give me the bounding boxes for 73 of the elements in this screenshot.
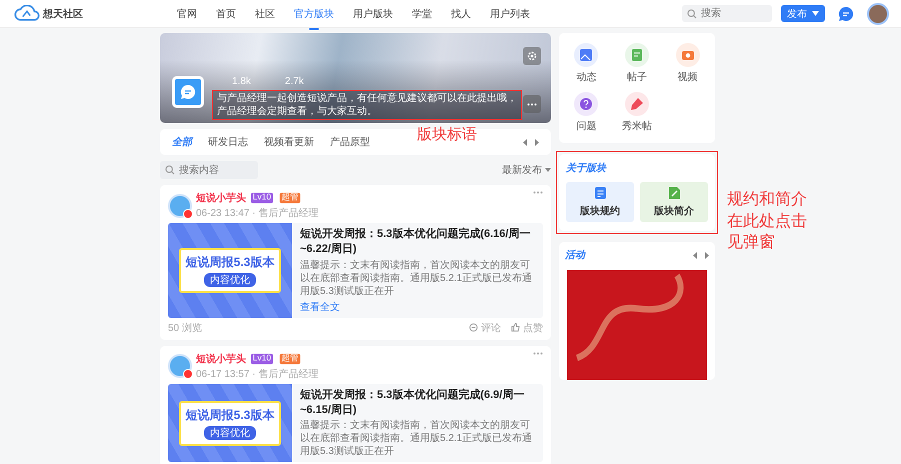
verified-icon: [183, 369, 193, 380]
verified-icon: [183, 208, 193, 218]
post-preview[interactable]: 短说周报5.3版本 内容优化 短说开发周报：5.3版本优化问题完成(6.16/周一~6.22/周日) 温馨提示：文末有阅读指南，首次阅读本文的朋友可以在底部查看阅读指南。通用版5.2.1正式版已发布通用版5.3测试版正在开 查看全文: [168, 223, 543, 318]
post-excerpt: 温馨提示：文末有阅读指南，首次阅读本文的朋友可以在底部查看阅读指南。通用版5.2.1正式版已发布通用版5.3测试版正在开: [300, 258, 534, 298]
cover-title: 短说周报5.3版本: [186, 406, 274, 424]
category-tab[interactable]: 视频看更新: [264, 135, 314, 149]
category-tab[interactable]: 产品原型: [330, 135, 370, 149]
level-tag: Lv10: [250, 192, 273, 204]
comment-icon: [469, 323, 478, 332]
prev-next-arrows-icon[interactable]: [693, 252, 709, 258]
nav-link[interactable]: 首页: [216, 0, 236, 30]
caret-icon: [812, 11, 819, 16]
search-icon: [687, 8, 697, 18]
role-tag: 超管: [279, 192, 300, 204]
author-name[interactable]: 短说小芋头: [196, 352, 246, 366]
chat-icon[interactable]: [838, 6, 854, 22]
quick-entry[interactable]: 帖子: [612, 43, 662, 84]
post-meta: 06-23 13:47 · 售后产品经理: [196, 206, 318, 220]
cover-title: 短说周报5.3版本: [186, 254, 274, 271]
nav-link[interactable]: 学堂: [412, 0, 432, 30]
post-title: 短说开发周报：5.3版本优化问题完成(6.9/周一~6.15/周日): [300, 388, 526, 418]
banner-stat: 1.8k: [232, 76, 251, 87]
nav-link[interactable]: 用户列表: [490, 0, 530, 30]
user-avatar[interactable]: [867, 2, 889, 24]
prev-next-arrows-icon[interactable]: [523, 138, 539, 146]
category-tab[interactable]: 全部: [172, 135, 192, 149]
quick-entry[interactable]: 动态: [561, 43, 612, 84]
section-title: 关于版块: [566, 162, 608, 175]
quick-entry[interactable]: 视频: [662, 43, 713, 84]
nav-link[interactable]: 找人: [451, 0, 471, 30]
settings-button[interactable]: [523, 47, 541, 65]
banner-slogan: 与产品经理一起创造短说产品，有任何意见建议都可以在此提出哦，产品经理会定期查看，与大家互动。: [212, 90, 522, 120]
nav-link[interactable]: 社区: [255, 0, 275, 30]
sort-dropdown[interactable]: 最新发布: [502, 163, 551, 177]
cover-tag: 内容优化: [204, 272, 256, 287]
post-title: 短说开发周报：5.3版本优化问题完成(6.16/周一~6.22/周日): [300, 227, 532, 257]
quick-entry[interactable]: 问题: [561, 92, 612, 133]
post-preview[interactable]: 短说周报5.3版本 内容优化 短说开发周报：5.3版本优化问题完成(6.9/周一~6.15/周日) 温馨提示：文末有阅读指南，首次阅读本文的朋友可以在底部查看阅读指南。通用版5.2.1正式版已发布通用版5.3测试版正在开: [168, 384, 543, 462]
nav-link[interactable]: 官网: [177, 0, 197, 30]
nav-link[interactable]: 官方版块: [294, 0, 334, 30]
settings-icon: [526, 50, 538, 62]
more-icon[interactable]: [533, 352, 543, 355]
search-icon: [165, 165, 175, 175]
more-icon[interactable]: [533, 191, 543, 194]
board-icon: [172, 76, 204, 108]
nav-link[interactable]: 用户版块: [353, 0, 393, 30]
about-button[interactable]: 版块规约: [566, 182, 634, 222]
edit-document-icon: [668, 186, 680, 200]
about-button[interactable]: 版块简介: [640, 182, 708, 222]
site-name: 想天社区: [43, 8, 83, 20]
annotation-text: 版块标语: [417, 125, 477, 144]
cloud-logo-icon: [14, 5, 40, 22]
section-title: 活动: [565, 248, 585, 262]
content-search-field[interactable]: 搜索内容: [160, 161, 258, 179]
level-tag: Lv10: [250, 354, 273, 364]
post-excerpt: 温馨提示：文末有阅读指南，首次阅读本文的朋友可以在底部查看阅读指南。通用版5.2.1正式版已发布通用版5.3测试版正在开: [300, 419, 534, 458]
author-name[interactable]: 短说小芋头: [196, 191, 246, 205]
more-button[interactable]: [523, 95, 541, 113]
cover-tag: 内容优化: [204, 426, 256, 440]
publish-button[interactable]: 发布: [781, 5, 825, 22]
annotation-text: 规约和简介在此处点击见弹窗: [727, 188, 808, 253]
quick-entry[interactable]: 秀米帖: [612, 92, 662, 133]
category-tab[interactable]: 研发日志: [208, 135, 248, 149]
post-meta: 06-17 13:57 · 售后产品经理: [196, 368, 318, 381]
thumbs-up-icon: [511, 323, 520, 332]
caret-icon: [545, 168, 551, 172]
document-icon: [594, 186, 606, 200]
role-tag: 超管: [279, 354, 300, 364]
banner-stat: 2.7k: [284, 76, 304, 87]
read-more-link[interactable]: 查看全文: [300, 300, 535, 314]
search-field[interactable]: 搜索: [682, 5, 772, 22]
view-count: 50 浏览: [168, 322, 202, 335]
more-icon: [527, 102, 537, 106]
